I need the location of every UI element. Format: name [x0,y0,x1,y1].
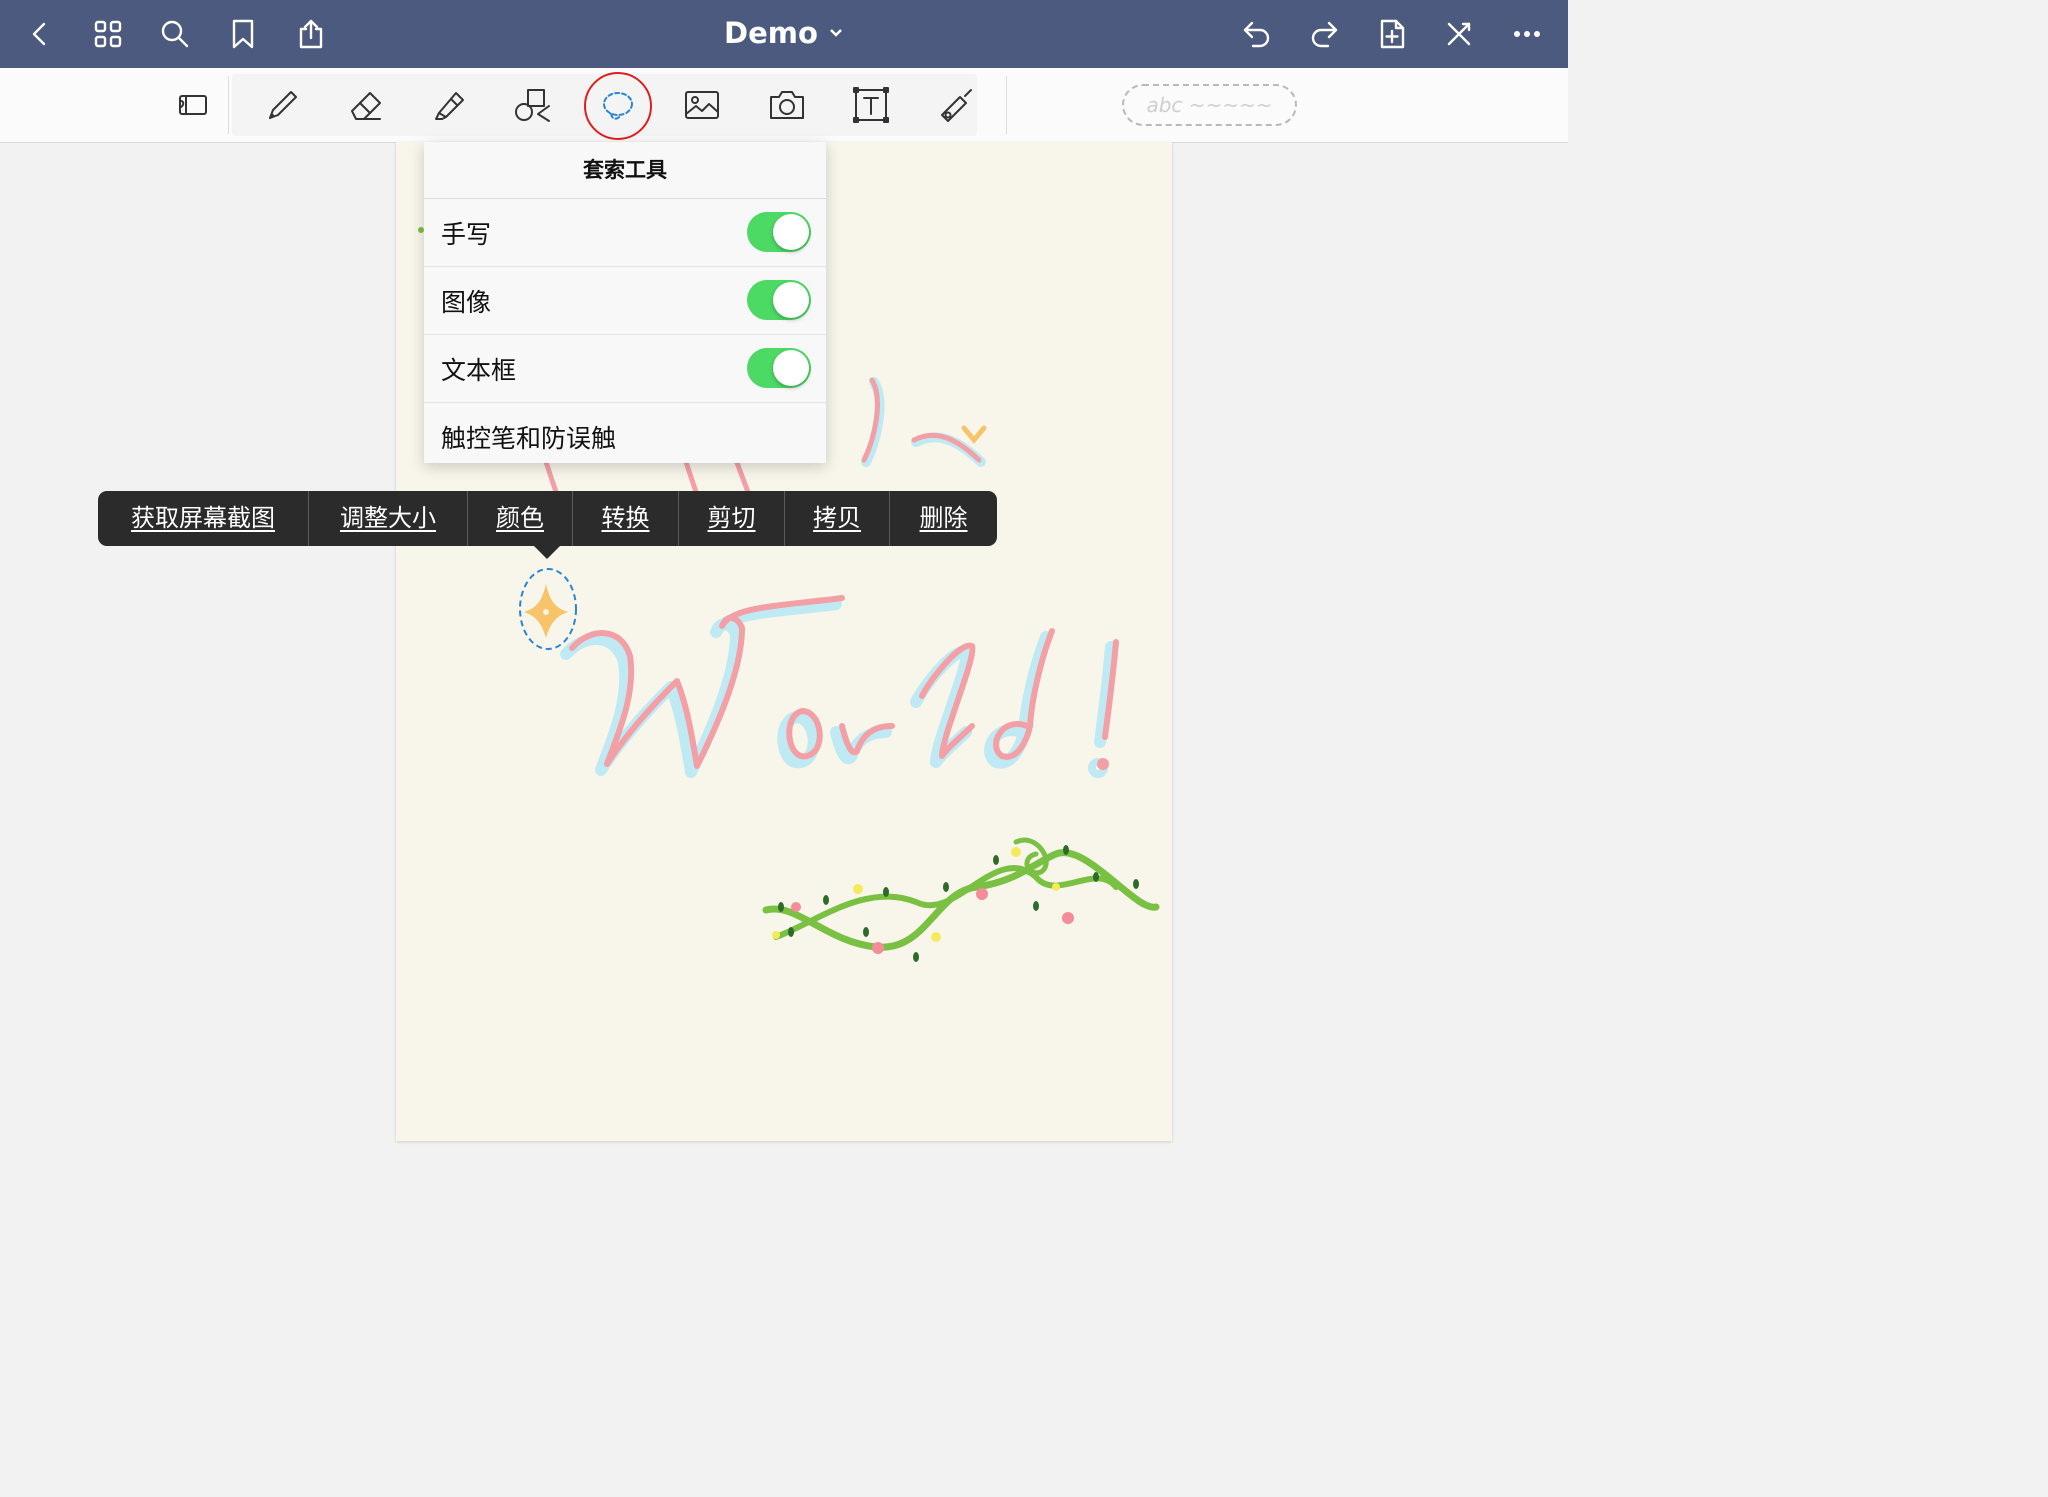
text-box-icon[interactable] [848,84,894,126]
cut-button[interactable]: 剪切 [679,491,785,546]
redo-icon[interactable] [1304,14,1344,54]
chevron-down-icon [830,29,842,37]
lasso-tool-popover: 套索工具 手写 图像 文本框 触控笔和防误触 [424,142,826,463]
undo-icon[interactable] [1237,14,1277,54]
lasso-option-text-boxes: 文本框 [424,335,826,403]
close-icon[interactable] [1439,14,1479,54]
more-icon[interactable] [1507,14,1547,54]
selection-context-menu: 获取屏幕截图 调整大小 颜色 转换 剪切 拷贝 删除 [98,491,997,546]
copy-button[interactable]: 拷贝 [785,491,890,546]
eraser-icon[interactable] [343,84,389,126]
handwriting-toggle[interactable] [747,212,811,252]
toolbar-divider [228,76,229,134]
toggle-knob [773,350,809,386]
camera-icon[interactable] [764,84,810,126]
back-icon[interactable] [20,14,60,54]
take-screenshot-button[interactable]: 获取屏幕截图 [98,491,309,546]
resize-button[interactable]: 调整大小 [309,491,468,546]
toggle-knob [773,214,809,250]
page-layout-icon[interactable] [169,84,215,126]
share-icon[interactable] [291,14,331,54]
text-boxes-toggle[interactable] [747,348,811,388]
images-toggle[interactable] [747,280,811,320]
grid-icon[interactable] [88,14,128,54]
lasso-icon[interactable] [584,72,652,140]
color-button[interactable]: 颜色 [468,491,573,546]
search-icon[interactable] [155,14,195,54]
option-label: 图像 [441,287,492,317]
pen-icon[interactable] [259,84,305,126]
option-label: 手写 [441,219,492,249]
lasso-option-handwriting: 手写 [424,199,826,267]
tool-bar [0,68,1568,143]
option-label: 触控笔和防误触 [441,423,617,453]
bookmark-icon[interactable] [223,14,263,54]
laser-pointer-icon[interactable] [933,84,979,126]
shapes-icon[interactable] [509,84,555,126]
lasso-option-stylus-palm-rejection[interactable]: 触控笔和防误触 [424,403,826,463]
delete-button[interactable]: 删除 [890,491,997,546]
toggle-knob [773,282,809,318]
document-title-button[interactable]: Demo [724,16,844,50]
popover-title: 套索工具 [424,142,826,199]
toolbar-divider [1006,76,1007,134]
highlighter-icon[interactable] [426,84,472,126]
image-icon[interactable] [679,84,725,126]
option-label: 文本框 [441,355,517,385]
document-title: Demo [724,16,818,50]
convert-button[interactable]: 转换 [573,491,679,546]
add-page-icon[interactable] [1372,14,1412,54]
top-navigation-bar: Demo [0,0,1568,68]
context-menu-pointer [533,545,561,559]
lasso-option-images: 图像 [424,267,826,335]
handwriting-recognition-input[interactable]: abc ~~~~~ [1122,84,1297,126]
